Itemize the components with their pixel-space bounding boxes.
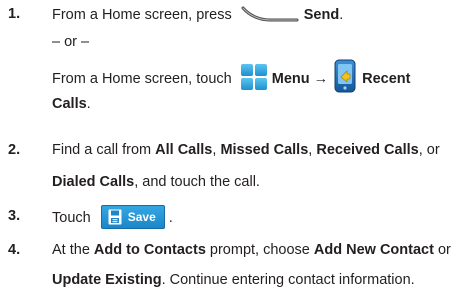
step-line: At the Add to Contacts prompt, choose Ad… [52,240,451,260]
arrow-symbol: → [313,70,329,87]
recent-label-cont: Calls [52,96,87,112]
recent-label: Recent [362,70,411,87]
option-missed-calls: Missed Calls [220,142,309,158]
choice-add-new-contact: Add New Contact [313,242,434,258]
step-text: . [86,96,91,112]
option-all-calls: All Calls [155,142,213,158]
or-separator: – or – [52,34,90,50]
step-text: Find a call from [52,142,156,158]
step-line: Touch Save. [52,205,173,230]
step-text: . [339,6,344,23]
step-line: Find a call from All Calls, Missed Calls… [52,140,440,160]
step-text: prompt, choose [205,242,314,258]
step-text: or [433,242,451,258]
choice-update-existing: Update Existing [52,272,162,288]
step-text: From a Home screen, touch [52,70,236,87]
step-line: From a Home screen, touch Menu → Recent [52,59,411,96]
step-text: , or [418,142,440,158]
step-line: Update Existing. Continue entering conta… [52,270,415,290]
menu-label: Menu [271,70,310,87]
save-button[interactable]: Save [100,205,165,229]
save-disk-icon [108,209,122,225]
step-text: At the [52,242,94,258]
step-line: – or – [52,32,89,52]
step-text: . Continue entering contact information. [161,272,415,288]
send-key-label: Send [303,6,340,23]
instruction-page: 1. From a Home screen, press Send. – or … [0,0,470,294]
recent-calls-icon [332,59,358,93]
option-dialed-calls: Dialed Calls [52,174,135,190]
step-line: Calls. [52,94,91,114]
step-number: 4. [8,242,21,258]
step-line: From a Home screen, press Send. [52,4,343,26]
step-line: Dialed Calls, and touch the call. [52,172,260,192]
prompt-name: Add to Contacts [93,242,206,258]
menu-grid-icon [240,63,268,91]
save-button-label: Save [127,210,156,224]
step-number: 1. [8,6,21,22]
option-received-calls: Received Calls [316,142,419,158]
step-text: From a Home screen, press [52,6,236,23]
step-text: , and touch the call. [134,174,260,190]
step-text: Touch [52,209,95,226]
send-key-icon [240,2,300,24]
step-text: . [168,209,173,226]
step-number: 3. [8,208,21,224]
step-number: 2. [8,142,21,158]
